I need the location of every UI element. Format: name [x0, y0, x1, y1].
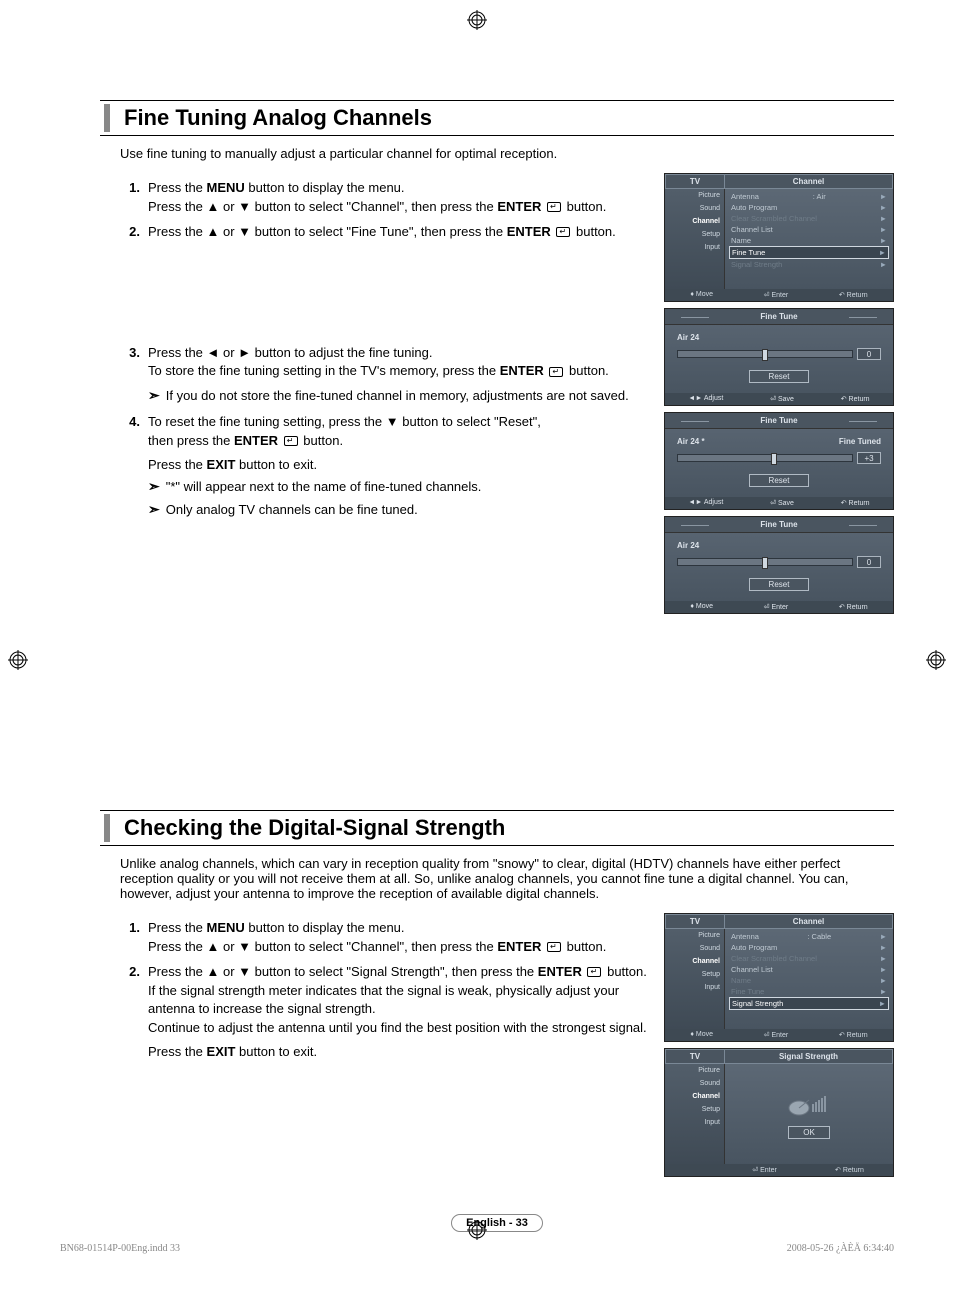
- intro-text: Unlike analog channels, which can vary i…: [120, 856, 894, 901]
- osd-signal-strength: TV Signal Strength Picture Sound Channel…: [664, 1048, 894, 1177]
- registration-mark-icon: [8, 650, 28, 670]
- osd-channel-menu-2: TV Channel Picture Sound Channel Setup I…: [664, 913, 894, 1042]
- osd-fine-tune-3: Fine Tune Air 24 0 Reset ♦ Move ⏎ Enter …: [664, 516, 894, 614]
- registration-mark-icon: [926, 650, 946, 670]
- step-2: 2. Press the ▲ or ▼ button to select "Fi…: [120, 223, 648, 242]
- enter-icon: [547, 202, 561, 212]
- osd-channel-menu: TV Channel Picture Sound Channel Setup I…: [664, 173, 894, 302]
- step-1: 1. Press the MENU button to display the …: [120, 919, 648, 957]
- osd-fine-tune-2: Fine Tune Air 24 *Fine Tuned +3 Reset ◄►…: [664, 412, 894, 510]
- note: ➣Only analog TV channels can be fine tun…: [148, 501, 648, 521]
- exit-note: Press the EXIT button to exit.: [148, 1044, 648, 1059]
- enter-icon: [284, 436, 298, 446]
- satellite-dish-icon: [784, 1090, 834, 1120]
- enter-icon: [549, 367, 563, 377]
- osd-fine-tune-1: Fine Tune Air 24 0 Reset ◄► Adjust ⏎ Sav…: [664, 308, 894, 406]
- enter-icon: [587, 967, 601, 977]
- step-2: 2. Press the ▲ or ▼ button to select "Si…: [120, 963, 648, 1038]
- registration-mark-icon: [467, 10, 487, 30]
- note: ➣"*" will appear next to the name of fin…: [148, 478, 648, 498]
- enter-icon: [556, 227, 570, 237]
- step-3: 3. Press the ◄ or ► button to adjust the…: [120, 344, 648, 382]
- print-footer: BN68-01514P-00Eng.indd 33 2008-05-26 ¿ÀÈ…: [60, 1243, 894, 1254]
- step-1: 1. Press the MENU button to display the …: [120, 179, 648, 217]
- exit-note: Press the EXIT button to exit.: [148, 457, 648, 472]
- step-4: 4. To reset the fine tuning setting, pre…: [120, 413, 648, 451]
- section-title: Checking the Digital-Signal Strength: [100, 810, 894, 846]
- enter-icon: [547, 942, 561, 952]
- note: ➣If you do not store the fine-tuned chan…: [148, 387, 648, 407]
- page-number: English - 33: [100, 1213, 894, 1232]
- intro-text: Use fine tuning to manually adjust a par…: [120, 146, 894, 161]
- section-title: Fine Tuning Analog Channels: [100, 100, 894, 136]
- registration-mark-icon: [467, 1220, 487, 1240]
